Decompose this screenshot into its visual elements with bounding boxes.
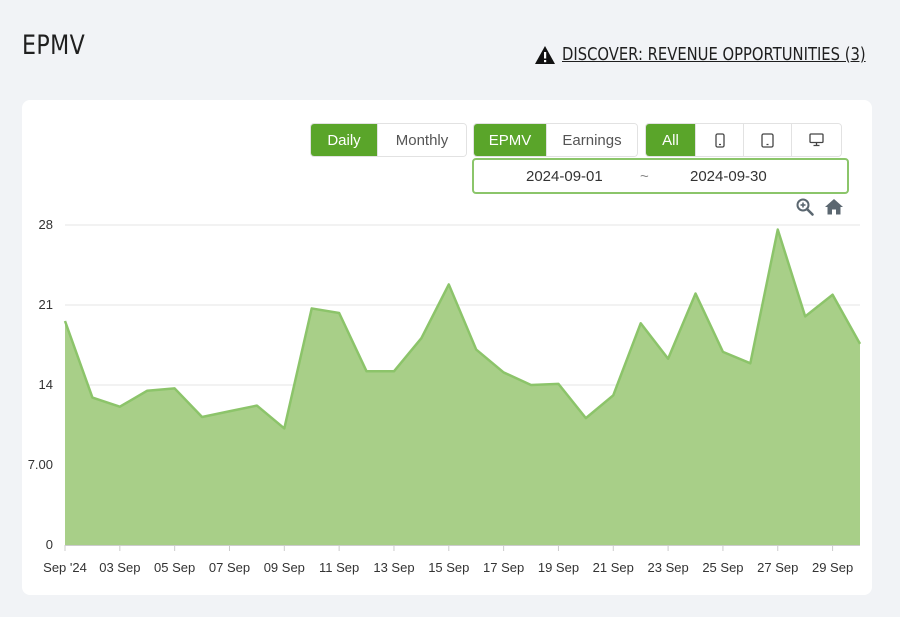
discover-revenue-link[interactable]: DISCOVER: REVENUE OPPORTUNITIES (3) [534,44,872,65]
x-tick-label: 19 Sep [538,560,579,575]
granularity-toggle: Daily Monthly [310,123,467,157]
desktop-icon [809,133,824,147]
tablet-icon [761,132,774,148]
mobile-button[interactable] [696,124,744,156]
y-tick-label: 0 [46,537,53,552]
x-tick-label: 09 Sep [264,560,305,575]
date-separator: ~ [640,167,649,185]
home-icon[interactable] [824,197,844,222]
warning-icon [534,45,556,65]
metric-toggle: EPMV Earnings [473,123,638,157]
x-tick-label: 07 Sep [209,560,250,575]
y-tick-label: 7.00 [28,457,53,472]
discover-label: DISCOVER: REVENUE OPPORTUNITIES (3) [561,44,866,65]
x-tick-label: 23 Sep [648,560,689,575]
y-tick-label: 28 [39,217,53,232]
x-tick-label: 15 Sep [428,560,469,575]
device-toggle: All [645,123,842,157]
mobile-icon [714,132,725,148]
daily-button[interactable]: Daily [311,124,378,156]
all-devices-button[interactable]: All [646,124,696,156]
zoom-icon[interactable] [795,197,815,222]
epmv-button[interactable]: EPMV [474,124,547,156]
x-tick-label: 17 Sep [483,560,524,575]
y-tick-label: 21 [39,297,53,312]
tablet-button[interactable] [744,124,792,156]
date-end: 2024-09-30 [690,167,767,185]
y-tick-label: 14 [39,377,53,392]
x-tick-label: 11 Sep [319,560,359,575]
epmv-area [65,229,860,546]
x-tick-label: 13 Sep [373,560,414,575]
x-tick-label: 21 Sep [593,560,634,575]
x-tick-label: 03 Sep [99,560,140,575]
desktop-button[interactable] [792,124,841,156]
x-tick-label: 27 Sep [757,560,798,575]
date-range-picker[interactable]: 2024-09-01 ~ 2024-09-30 [472,158,849,194]
page-title: EPMV [22,30,86,61]
chart-card: 0 7.00 14 21 28 Sep '24 03 Sep 05 Sep 07 Sep 09 S… [22,100,872,595]
x-tick-label: 05 Sep [154,560,195,575]
x-tick-label: 29 Sep [812,560,853,575]
monthly-button[interactable]: Monthly [378,124,466,156]
x-tick-label: Sep '24 [43,560,87,575]
date-start: 2024-09-01 [526,167,603,185]
earnings-button[interactable]: Earnings [547,124,637,156]
x-tick-label: 25 Sep [702,560,743,575]
